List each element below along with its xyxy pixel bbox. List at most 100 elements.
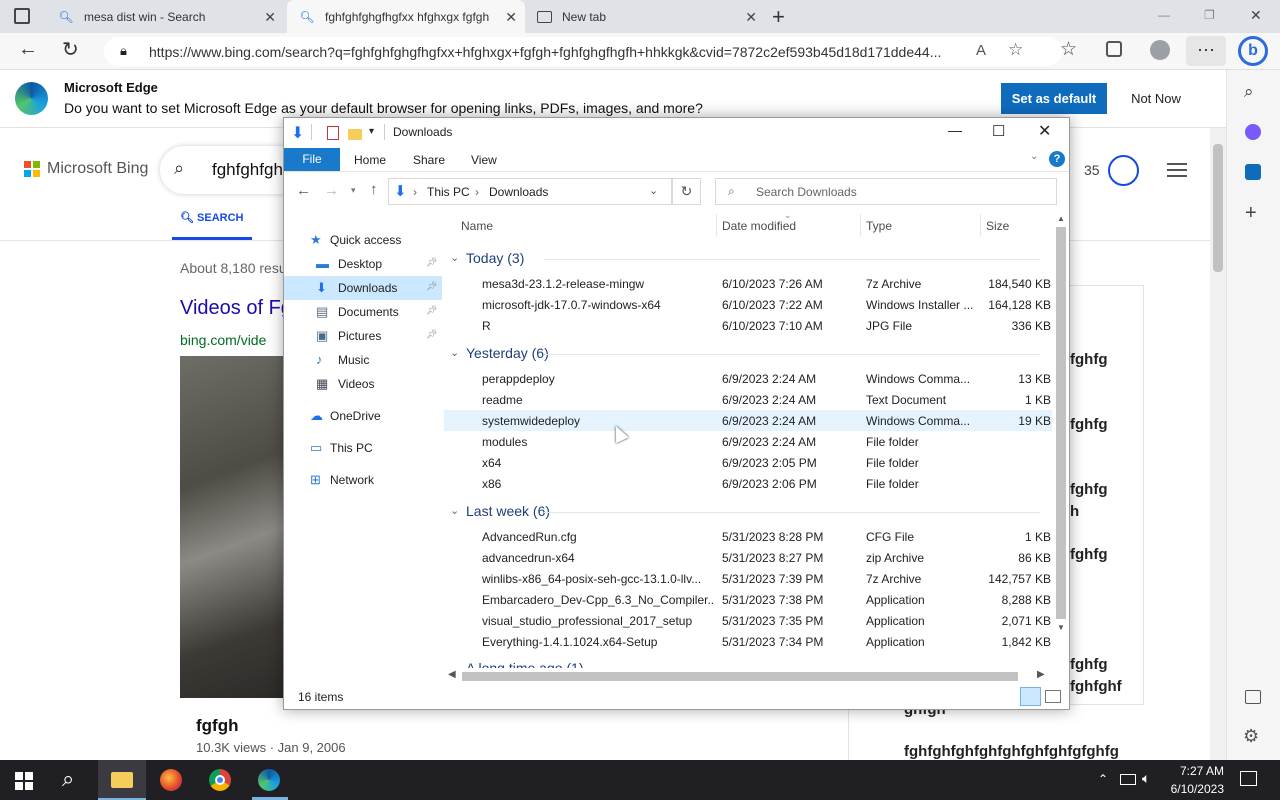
windows-start-icon[interactable] (15, 772, 33, 790)
rewards-icon[interactable] (1108, 155, 1139, 186)
file-row[interactable]: Embarcadero_Dev-Cpp_6.3_No_Compiler... 5/… (444, 589, 1052, 610)
search-query[interactable]: fghfghfgh (212, 160, 283, 180)
shopping-icon[interactable] (1245, 124, 1261, 140)
sidebar-toggle-icon[interactable] (1245, 690, 1261, 704)
read-aloud-icon[interactable]: A (976, 42, 986, 59)
url-text[interactable]: https://www.bing.com/search?q=fghfghfghg… (149, 44, 964, 60)
chevron-down-icon[interactable]: ⌄ (450, 346, 459, 359)
clock-time[interactable]: 7:27 AM (1168, 764, 1224, 778)
group-header[interactable]: ⌄ Today (3) (444, 248, 1044, 270)
close-tab-icon[interactable]: ✕ (745, 9, 757, 26)
lock-icon[interactable]: 🔒︎ (120, 43, 127, 59)
right-item[interactable]: h (1070, 503, 1079, 520)
scroll-right-icon[interactable]: ▶ (1037, 669, 1045, 680)
new-tab-button[interactable]: + (772, 4, 785, 30)
file-row[interactable]: winlibs-x86_64-posix-seh-gcc-13.1.0-llv.… (444, 568, 1052, 589)
back-icon[interactable]: ← (18, 38, 38, 61)
file-row[interactable]: x86 6/9/2023 2:06 PM File folder (444, 473, 1052, 494)
url-bar[interactable]: 🔒︎ https://www.bing.com/search?q=fghfghf… (104, 37, 1062, 66)
group-header[interactable]: ⌄ Yesterday (6) (444, 343, 1044, 365)
file-row[interactable]: microsoft-jdk-17.0.7-windows-x64 6/10/202… (444, 294, 1052, 315)
large-icons-view-icon[interactable] (1045, 690, 1061, 703)
scroll-up-icon[interactable]: ▲ (1053, 214, 1069, 223)
file-row[interactable]: visual_studio_professional_2017_setup 5/3… (444, 610, 1052, 631)
scroll-down-icon[interactable]: ▼ (1053, 623, 1069, 632)
file-row[interactable]: perappdeploy 6/9/2023 2:24 AM Windows Comm… (444, 368, 1052, 389)
page-scrollbar[interactable] (1210, 128, 1226, 760)
profile-avatar[interactable] (1150, 40, 1170, 60)
vertical-scrollbar[interactable]: ▲ ▼ (1053, 214, 1069, 668)
file-row[interactable]: mesa3d-23.1.2-release-mingw 6/10/2023 7:2… (444, 273, 1052, 294)
minimize-button[interactable]: — (1158, 8, 1170, 22)
right-item[interactable]: fghfg (1070, 351, 1107, 368)
video-title[interactable]: fgfgh (196, 716, 238, 736)
file-explorer-taskbar-icon[interactable] (98, 760, 146, 800)
favorites-icon[interactable]: ☆ (1060, 38, 1077, 61)
firefox-icon[interactable] (160, 769, 182, 791)
bing-logo[interactable]: Microsoft Bing (47, 160, 148, 178)
group-header-partial[interactable]: A long time ago (1) (444, 658, 1044, 668)
not-now-button[interactable]: Not Now (1115, 83, 1197, 114)
search-icon[interactable]: ⌕ (1244, 82, 1254, 102)
right-item[interactable]: fghfghfghfghfghfghfghfgfghfg (904, 743, 1119, 760)
right-item[interactable]: fghfg (1070, 416, 1107, 433)
collections-icon[interactable] (1106, 41, 1122, 57)
chevron-up-icon[interactable]: ⌃ (1098, 772, 1108, 786)
right-item[interactable]: fghfghf (1070, 678, 1122, 695)
settings-menu-icon[interactable]: ··· (1186, 36, 1226, 66)
close-window-button[interactable]: ✕ (1250, 7, 1262, 24)
right-item[interactable]: fghfg (1070, 546, 1107, 563)
details-view-icon[interactable] (1020, 687, 1041, 706)
scroll-left-icon[interactable]: ◀ (448, 669, 456, 680)
clock-date[interactable]: 6/10/2023 (1160, 782, 1224, 796)
edge-icon[interactable] (258, 769, 280, 791)
file-date: 6/9/2023 2:24 AM (722, 372, 817, 386)
tab-actions-icon[interactable] (14, 8, 30, 24)
file-row[interactable]: x64 6/9/2023 2:05 PM File folder (444, 452, 1052, 473)
bing-chat-icon[interactable]: b (1238, 36, 1268, 66)
file-row[interactable]: systemwidedeploy 6/9/2023 2:24 AM Windows … (444, 410, 1052, 431)
hamburger-menu-icon[interactable] (1167, 163, 1187, 177)
tab-search-results[interactable]: 🔍︎ SEARCH (180, 211, 243, 224)
videos-heading-link[interactable]: Videos of Fg (180, 297, 292, 320)
file-row[interactable]: Everything-1.4.1.1024.x64-Setup 5/31/2023… (444, 631, 1052, 652)
volume-icon[interactable]: 🔈︎ (1142, 770, 1150, 787)
file-row[interactable]: readme 6/9/2023 2:24 AM Text Document 1 KB (444, 389, 1052, 410)
chrome-icon[interactable] (209, 769, 231, 791)
file-row[interactable]: modules 6/9/2023 2:24 AM File folder (444, 431, 1052, 452)
search-icon[interactable]: ⌕ (62, 766, 74, 792)
tab-new-tab[interactable]: New tab ✕ (527, 0, 765, 33)
outlook-icon[interactable] (1245, 164, 1261, 180)
horizontal-scrollbar[interactable]: ◀ ▶ (444, 668, 1052, 685)
set-default-button[interactable]: Set as default (1001, 83, 1107, 114)
right-item[interactable]: fghfg (1070, 481, 1107, 498)
file-row[interactable]: advancedrun-x64 5/31/2023 8:27 PM zip Arch… (444, 547, 1052, 568)
search-icon: 🔍︎ (180, 212, 198, 224)
file-row[interactable]: R 6/10/2023 7:10 AM JPG File 336 KB (444, 315, 1052, 336)
scroll-thumb[interactable] (462, 672, 1018, 681)
file-name: Everything-1.4.1.1024.x64-Setup (482, 635, 658, 649)
file-type: 7z Archive (866, 572, 922, 586)
add-icon[interactable]: + (1245, 202, 1257, 225)
tab-active[interactable]: 🔍︎ fghfghfghgfhgfxx hfghxgx fgfgh ✕ (287, 0, 525, 33)
video-thumbnail[interactable] (180, 356, 284, 698)
chevron-down-icon[interactable]: ⌄ (450, 251, 459, 264)
close-tab-icon[interactable]: ✕ (264, 9, 276, 26)
chevron-down-icon[interactable]: ⌄ (450, 504, 459, 517)
refresh-icon[interactable]: ↻ (62, 37, 79, 62)
close-tab-icon[interactable]: ✕ (505, 9, 517, 26)
right-item[interactable]: fghfg (1070, 656, 1107, 673)
gear-icon[interactable]: ⚙ (1243, 726, 1259, 747)
notifications-icon[interactable] (1240, 771, 1257, 786)
group-header[interactable]: ⌄ Last week (6) (444, 501, 1044, 523)
add-favorite-icon[interactable]: ☆ (1008, 40, 1023, 60)
file-name: x86 (482, 477, 502, 491)
scroll-thumb[interactable] (1056, 227, 1066, 619)
tab-search[interactable]: 🔍︎ mesa dist win - Search ✕ (46, 0, 284, 33)
file-name: Embarcadero_Dev-Cpp_6.3_No_Compiler... (482, 593, 714, 607)
file-row[interactable]: AdvancedRun.cfg 5/31/2023 8:28 PM CFG File… (444, 526, 1052, 547)
videos-url[interactable]: bing.com/vide (180, 332, 266, 348)
restore-button[interactable]: ❐ (1204, 8, 1215, 22)
file-type: CFG File (866, 530, 914, 544)
network-icon[interactable] (1120, 774, 1136, 785)
